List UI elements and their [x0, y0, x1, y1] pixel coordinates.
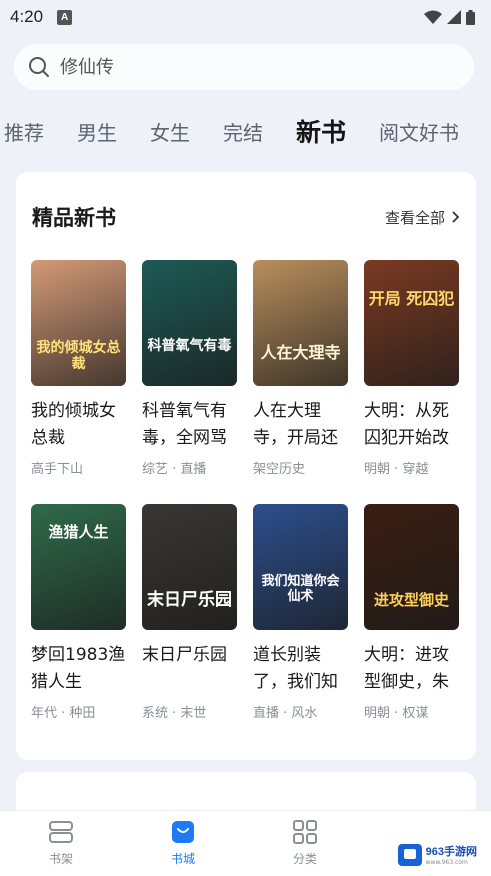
- book-item[interactable]: 开局 死囚犯 大明：从死囚犯开始改 明朝 · 穿越: [364, 260, 462, 477]
- book-tags: 架空历史: [253, 462, 306, 477]
- cover-title-art: 进攻型御史: [373, 590, 449, 609]
- cover-title-art: 我的倾城女总裁: [36, 340, 121, 372]
- book-item[interactable]: 科普氧气有毒 科普氧气有毒，全网骂 综艺 · 直播: [142, 260, 240, 477]
- bookstore-icon: [172, 821, 194, 843]
- book-cover[interactable]: 渔猎人生: [31, 504, 126, 630]
- cover-title-art: 我们知道你会仙术: [261, 574, 340, 604]
- tab-recommend[interactable]: 推荐: [4, 117, 44, 146]
- tab-male[interactable]: 男生: [77, 117, 117, 146]
- tab-yuewen-books[interactable]: 阅文好书: [379, 117, 459, 146]
- signal-icon: [447, 10, 461, 24]
- cover-title-art: 科普氧气有毒: [147, 337, 232, 354]
- battery-icon: [466, 9, 475, 25]
- tab-new-books[interactable]: 新书: [296, 113, 346, 149]
- book-title[interactable]: 大明：进攻型御史，朱: [364, 642, 460, 696]
- book-title[interactable]: 末日尸乐园: [142, 642, 238, 696]
- watermark-sub: www.963.com: [425, 859, 468, 866]
- book-cover[interactable]: 开局 死囚犯: [364, 260, 459, 386]
- book-title[interactable]: 梦回1983渔猎人生: [31, 642, 127, 696]
- section-title: 精品新书: [32, 206, 116, 230]
- book-title[interactable]: 我的倾城女总裁: [31, 398, 127, 452]
- book-cover[interactable]: 末日尸乐园: [142, 504, 237, 630]
- cover-title-art: 末日尸乐园: [147, 590, 232, 611]
- book-item[interactable]: 人在大理寺 人在大理寺，开局还 架空历史: [253, 260, 351, 477]
- nav-bookshelf[interactable]: 书架: [0, 811, 122, 876]
- nav-bookstore-label: 书城: [170, 852, 195, 866]
- book-tags: 明朝 · 权谋: [364, 706, 429, 721]
- book-cover[interactable]: 人在大理寺: [253, 260, 348, 386]
- wifi-icon: [424, 10, 442, 24]
- category-icon: [293, 820, 317, 844]
- notification-icon: A: [57, 9, 73, 25]
- nav-category-label: 分类: [292, 852, 317, 866]
- book-cover[interactable]: 进攻型御史: [364, 504, 459, 630]
- nav-bookstore[interactable]: 书城: [122, 811, 244, 876]
- search-bar[interactable]: [14, 44, 474, 90]
- book-tags: 明朝 · 穿越: [364, 462, 429, 477]
- watermark: 963手游网 www.963.com: [391, 841, 483, 868]
- watermark-text: 963手游网: [425, 846, 477, 858]
- new-books-card: 精品新书 查看全部 我的倾城女总裁 我的倾城女总裁 高手下山 科普氧气有毒 科普…: [16, 172, 476, 760]
- book-title[interactable]: 道长别装了，我们知: [253, 642, 349, 696]
- book-item[interactable]: 我们知道你会仙术 道长别装了，我们知 直播 · 风水: [253, 504, 351, 721]
- book-title[interactable]: 人在大理寺，开局还: [253, 398, 349, 452]
- book-item[interactable]: 进攻型御史 大明：进攻型御史，朱 明朝 · 权谋: [364, 504, 462, 721]
- see-all-link[interactable]: 查看全部: [385, 207, 460, 228]
- cover-title-art: 开局 死囚犯: [368, 289, 455, 308]
- book-cover[interactable]: 我们知道你会仙术: [253, 504, 348, 630]
- section-header: 精品新书 查看全部: [32, 202, 460, 232]
- nav-bookshelf-label: 书架: [48, 852, 73, 866]
- book-title[interactable]: 大明：从死囚犯开始改: [364, 398, 460, 452]
- nav-category[interactable]: 分类: [244, 811, 366, 876]
- book-tags: 直播 · 风水: [253, 706, 318, 721]
- chevron-right-icon: [452, 211, 460, 223]
- tab-female[interactable]: 女生: [150, 117, 190, 146]
- search-icon: [29, 57, 49, 77]
- book-title[interactable]: 科普氧气有毒，全网骂: [142, 398, 238, 452]
- book-item[interactable]: 末日尸乐园 末日尸乐园 系统 · 末世: [142, 504, 240, 721]
- see-all-label: 查看全部: [384, 208, 445, 227]
- book-tags: 高手下山: [31, 462, 84, 477]
- book-tags: 系统 · 末世: [142, 706, 207, 721]
- book-item[interactable]: 我的倾城女总裁 我的倾城女总裁 高手下山: [31, 260, 129, 477]
- status-indicators: [424, 9, 475, 25]
- search-input[interactable]: [60, 56, 440, 78]
- book-tags: 年代 · 种田: [31, 706, 96, 721]
- bottom-nav: 书架 书城 分类 963手游网 www.963.com: [0, 810, 491, 876]
- cover-title-art: 渔猎人生: [48, 523, 109, 541]
- book-tags: 综艺 · 直播: [142, 462, 207, 477]
- book-cover[interactable]: 我的倾城女总裁: [31, 260, 126, 386]
- cover-title-art: 人在大理寺: [260, 343, 341, 363]
- tab-completed[interactable]: 完结: [223, 117, 263, 146]
- status-time: 4:20: [10, 7, 44, 26]
- category-tabs: 推荐 男生 女生 完结 新书 阅文好书: [0, 108, 491, 154]
- bookshelf-icon: [49, 821, 73, 843]
- book-cover[interactable]: 科普氧气有毒: [142, 260, 237, 386]
- watermark-logo-icon: [397, 843, 422, 866]
- next-section-card: [16, 772, 476, 812]
- book-item[interactable]: 渔猎人生 梦回1983渔猎人生 年代 · 种田: [31, 504, 129, 721]
- status-bar: 4:20 A: [0, 0, 491, 34]
